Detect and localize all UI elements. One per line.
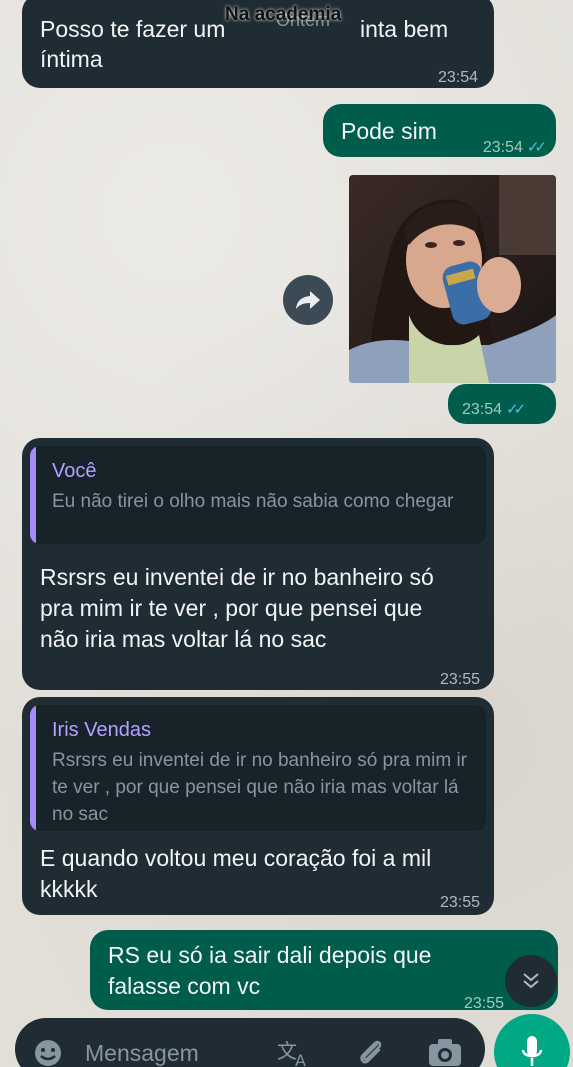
message-outgoing-3-meta[interactable]: 23:54 ✓✓ (448, 384, 556, 424)
translate-icon[interactable]: 文 A (277, 1038, 311, 1067)
svg-text:文: 文 (277, 1039, 297, 1063)
message-outgoing-6[interactable]: RS eu só ia sair dali depois que falasse… (90, 930, 558, 1012)
message-text: Pode sim (341, 118, 437, 144)
svg-text:A: A (295, 1051, 306, 1067)
scroll-to-bottom-button[interactable] (505, 955, 557, 1007)
chat-title: Na academia (225, 4, 342, 25)
forward-button[interactable] (283, 275, 333, 325)
message-incoming-4[interactable]: Você Eu não tirei o olho mais não sabia … (22, 438, 494, 690)
message-time-group: 23:54 ✓✓ (462, 394, 526, 425)
forward-icon (296, 291, 320, 309)
message-time: 23:54 (437, 69, 478, 86)
message-input[interactable]: Mensagem (85, 1040, 199, 1067)
quote-author: Você (52, 460, 97, 482)
quoted-message[interactable]: Iris Vendas Rsrsrs eu inventei de ir no … (30, 705, 486, 831)
message-outgoing-2[interactable]: Pode sim 23:54 ✓✓ (323, 104, 556, 157)
quote-accent-bar (30, 705, 36, 831)
message-text: E quando voltou meu coração foi a mil kk… (40, 845, 432, 902)
photo-image (349, 175, 556, 383)
message-text-part: Posso te fazer um (40, 16, 226, 42)
message-time: 23:55 (439, 894, 480, 911)
paperclip-icon[interactable] (355, 1036, 387, 1067)
message-time: 23:54 (482, 139, 523, 156)
read-receipt-icon: ✓✓ (506, 401, 526, 418)
quote-accent-bar (30, 446, 36, 544)
read-receipt-icon: ✓✓ (526, 139, 547, 156)
quote-author: Iris Vendas (52, 719, 151, 741)
quoted-message[interactable]: Você Eu não tirei o olho mais não sabia … (30, 446, 486, 544)
message-time: 23:55 (464, 995, 505, 1012)
quote-text: Eu não tirei o olho mais não sabia como … (52, 491, 454, 512)
message-text-part: inta bem (360, 16, 449, 42)
quote-text: Rsrsrs eu inventei de ir no banheiro só … (52, 750, 468, 825)
message-incoming-5[interactable]: Iris Vendas Rsrsrs eu inventei de ir no … (22, 697, 494, 915)
message-text-part: íntima (40, 46, 103, 72)
message-time: 23:54 (462, 401, 503, 418)
emoji-icon[interactable] (33, 1038, 63, 1067)
mic-icon (521, 1036, 543, 1066)
message-composer[interactable]: Mensagem 文 A (15, 1018, 485, 1067)
message-text: Rsrsrs eu inventei de ir no banheiro só … (40, 564, 434, 652)
shared-photo[interactable] (349, 175, 556, 383)
message-time-group: 23:54 ✓✓ (482, 132, 547, 163)
message-time: 23:55 (439, 671, 480, 688)
camera-icon[interactable] (427, 1036, 463, 1067)
message-text: RS eu só ia sair dali depois que falasse… (108, 942, 432, 999)
chevron-double-down-icon (523, 973, 539, 989)
